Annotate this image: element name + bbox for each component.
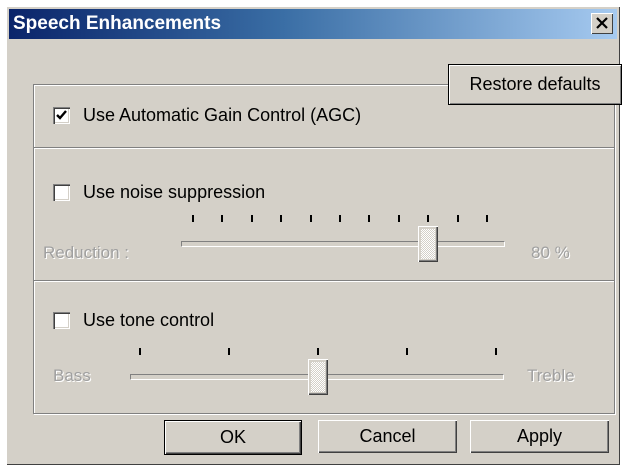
slider-tick bbox=[192, 215, 194, 222]
reduction-label: Reduction : bbox=[43, 243, 129, 262]
cancel-button[interactable]: Cancel bbox=[318, 420, 457, 453]
reduction-value: 80 % bbox=[531, 243, 570, 262]
slider-tick bbox=[495, 348, 497, 355]
speech-enhancements-dialog: Speech Enhancements Use Automatic Gain C… bbox=[6, 6, 622, 465]
agc-label[interactable]: Use Automatic Gain Control (AGC) bbox=[83, 105, 361, 126]
slider-tick bbox=[406, 348, 408, 355]
slider-tick bbox=[139, 348, 141, 355]
tone-section: Use tone control Bass Treble bbox=[34, 282, 614, 413]
slider-tick bbox=[339, 215, 341, 222]
slider-tick bbox=[251, 215, 253, 222]
noise-suppression-label[interactable]: Use noise suppression bbox=[83, 182, 265, 203]
noise-section: Use noise suppression Reduction : 80 % bbox=[34, 149, 614, 281]
slider-tick bbox=[310, 215, 312, 222]
bass-label: Bass bbox=[53, 366, 91, 385]
slider-tick bbox=[280, 215, 282, 222]
slider-tick bbox=[398, 215, 400, 222]
reduction-slider[interactable] bbox=[179, 215, 509, 275]
slider-tick bbox=[221, 215, 223, 222]
title-bar[interactable]: Speech Enhancements bbox=[9, 9, 617, 39]
tone-slider-thumb[interactable] bbox=[308, 359, 328, 395]
reduction-slider-track bbox=[181, 241, 505, 247]
enhancements-group: Use Automatic Gain Control (AGC) Use noi… bbox=[33, 84, 615, 414]
checkmark-icon bbox=[56, 110, 67, 120]
tone-control-checkbox[interactable] bbox=[53, 312, 70, 329]
noise-suppression-checkbox[interactable] bbox=[53, 184, 70, 201]
treble-label: Treble bbox=[527, 366, 575, 385]
close-icon bbox=[596, 17, 608, 29]
agc-checkbox[interactable] bbox=[53, 107, 70, 124]
window-title: Speech Enhancements bbox=[13, 13, 222, 34]
slider-tick bbox=[427, 215, 429, 222]
ok-button[interactable]: OK bbox=[164, 420, 302, 455]
slider-tick bbox=[368, 215, 370, 222]
slider-tick bbox=[486, 215, 488, 222]
screen: Speech Enhancements Use Automatic Gain C… bbox=[0, 0, 625, 473]
restore-defaults-button[interactable]: Restore defaults bbox=[448, 64, 622, 105]
slider-tick bbox=[228, 348, 230, 355]
slider-tick bbox=[317, 348, 319, 355]
tone-control-label[interactable]: Use tone control bbox=[83, 310, 214, 331]
reduction-slider-thumb[interactable] bbox=[418, 226, 439, 262]
tone-slider[interactable] bbox=[128, 348, 508, 408]
close-button[interactable] bbox=[591, 13, 613, 34]
apply-button[interactable]: Apply bbox=[470, 420, 609, 453]
slider-tick bbox=[457, 215, 459, 222]
